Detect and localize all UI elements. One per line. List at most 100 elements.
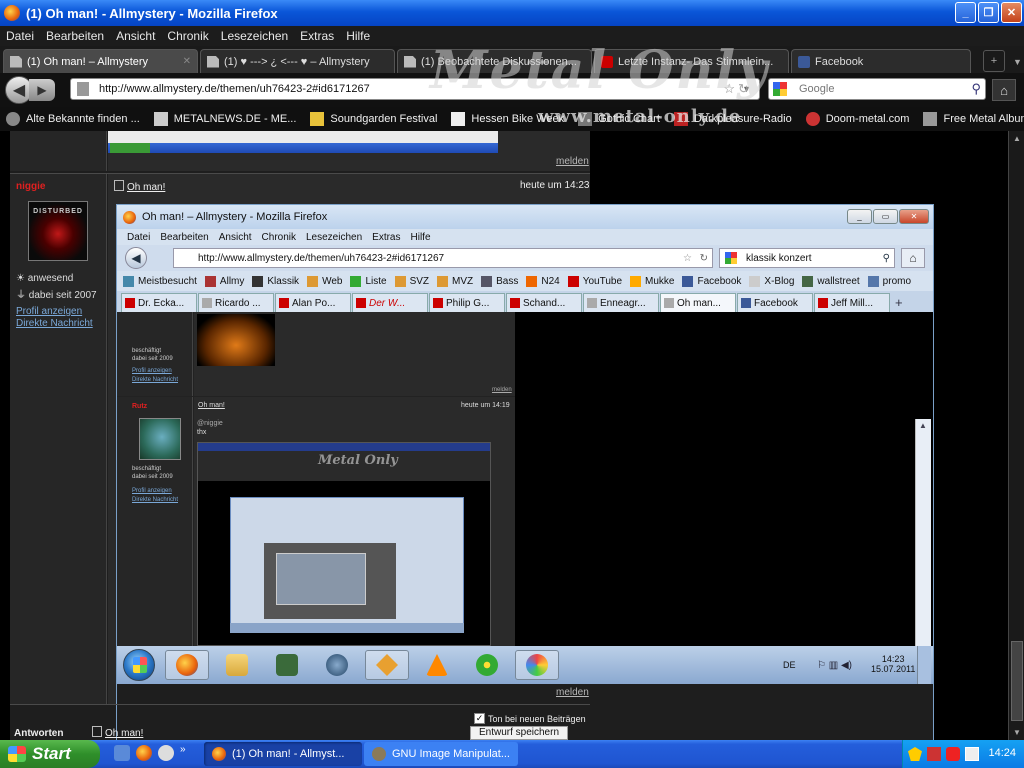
search-icon[interactable]: ⚲	[971, 81, 981, 97]
navigation-toolbar: ◀ ▶ http://www.allmystery.de/themen/uh76…	[0, 73, 1024, 107]
task-label: GNU Image Manipulat...	[392, 748, 510, 760]
inner-search-box: klassik konzert ⚲	[719, 248, 895, 268]
bookmark-gothic-chart[interactable]: Gothic Chart	[578, 112, 660, 126]
menu-datei[interactable]: Datei	[6, 29, 34, 43]
inner-menu-item: Hilfe	[410, 231, 431, 243]
menu-hilfe[interactable]: Hilfe	[346, 29, 370, 43]
new-tab-button[interactable]: +	[983, 50, 1005, 72]
youtube-icon	[433, 298, 443, 308]
bookmark-soundgarden[interactable]: Soundgarden Festival	[310, 112, 437, 126]
inner-bookmark-label: Klassik	[267, 275, 300, 287]
sound-option[interactable]: ✓ Ton bei neuen Beiträgen	[474, 713, 586, 724]
minimize-button[interactable]: _	[955, 2, 976, 23]
windows-logo-icon	[133, 657, 147, 673]
bookmark-star-icon[interactable]: ☆	[723, 81, 735, 97]
avatar[interactable]: DISTURBED	[28, 201, 88, 261]
tab-heart-thread[interactable]: (1) ♥ ---> ¿ <--- ♥ – Allmystery	[200, 49, 395, 73]
task-firefox[interactable]: (1) Oh man! - Allmyst...	[204, 742, 362, 766]
adobe-icon[interactable]	[946, 747, 960, 761]
network-icon[interactable]	[965, 747, 979, 761]
menu-ansicht[interactable]: Ansicht	[116, 29, 155, 43]
tab-list-icon[interactable]: ▼	[1013, 57, 1022, 67]
gimp-icon	[372, 747, 386, 761]
bookmark-metalnews[interactable]: METALNEWS.DE - ME...	[153, 112, 296, 126]
inner-search-text: klassik konzert	[746, 252, 812, 264]
bookmark-alte-bekannte[interactable]: Alte Bekannte finden ...	[6, 112, 140, 126]
inner-menu-item: Lesezeichen	[306, 231, 363, 243]
sound-checkbox[interactable]: ✓	[474, 713, 485, 724]
system-tray: 14:24	[902, 740, 1024, 768]
liste-icon	[350, 275, 362, 287]
search-input[interactable]: Google ⚲	[768, 78, 986, 100]
post-username[interactable]: niggie	[16, 181, 45, 192]
maximize-button[interactable]: ❐	[978, 2, 999, 23]
show-desktop-icon[interactable]	[114, 745, 130, 761]
task-gimp[interactable]: GNU Image Manipulat...	[364, 742, 518, 766]
inner-bookmark: Klassik	[252, 275, 300, 287]
post-timestamp: heute um 14:23	[520, 180, 590, 191]
save-draft-button[interactable]: Entwurf speichern	[470, 726, 568, 740]
page-icon	[207, 55, 219, 68]
close-button[interactable]: ✕	[1001, 2, 1022, 23]
window-titlebar[interactable]: (1) Oh man! - Allmystery - Mozilla Firef…	[0, 0, 1024, 26]
inner-clock: 14:23 15.07.2011	[871, 654, 915, 674]
dpr-icon	[673, 112, 688, 126]
scroll-up-icon[interactable]: ▲	[1013, 134, 1021, 143]
page-icon	[664, 298, 674, 308]
member-since-text: dabei seit 2007	[28, 290, 97, 301]
tab-close-icon[interactable]: ✕	[183, 56, 191, 67]
menu-lesezeichen[interactable]: Lesezeichen	[221, 29, 288, 43]
user-status: ☀ anwesend	[16, 273, 74, 284]
inner-bookmark: Facebook	[682, 275, 741, 287]
mukke-icon	[630, 275, 642, 287]
scroll-down-icon[interactable]: ▼	[1013, 728, 1021, 737]
profile-link[interactable]: Profil anzeigen	[16, 306, 82, 317]
reply-thread-link[interactable]: Oh man!	[92, 726, 143, 739]
antivirus-icon[interactable]	[927, 747, 941, 761]
page-icon	[77, 82, 89, 96]
screenshot-start-button	[110, 143, 150, 153]
firefox-quicklaunch-icon[interactable]	[136, 745, 152, 761]
tab-facebook[interactable]: Facebook	[791, 49, 971, 73]
quicklaunch-more-icon[interactable]: »	[180, 744, 186, 755]
tab-observed-discussions[interactable]: (1) Beobachtete Diskussionen...	[397, 49, 592, 73]
bookmark-free-metal-albums[interactable]: Free Metal Albums	[923, 112, 1024, 126]
bookmark-doom-metal[interactable]: Doom-metal.com	[805, 112, 909, 126]
report-link[interactable]: melden	[556, 156, 589, 167]
inner-tab-strip: Dr. Ecka... Ricardo ... Alan Po... Der W…	[117, 291, 933, 312]
report-link[interactable]: melden	[556, 687, 589, 698]
taskbar-paint-icon	[515, 650, 559, 680]
home-button[interactable]: ⌂	[992, 79, 1016, 101]
scroll-thumb[interactable]	[1011, 641, 1023, 721]
menu-extras[interactable]: Extras	[300, 29, 334, 43]
menu-chronik[interactable]: Chronik	[167, 29, 208, 43]
address-bar[interactable]: http://www.allmystery.de/themen/uh76423-…	[70, 78, 760, 100]
inner-page-content: beschäftigt dabei seit 2009 Profil anzei…	[117, 312, 933, 740]
start-button[interactable]: Start	[0, 740, 100, 768]
tab-youtube-letzte-instanz[interactable]: Letzte Instanz- Das Stimmlein...	[594, 49, 789, 73]
shield-icon[interactable]	[908, 747, 922, 761]
album-icon	[923, 112, 938, 126]
inner-menu-item: Bearbeiten	[160, 231, 209, 243]
post-title[interactable]: Oh man!	[114, 180, 165, 193]
media-player-icon[interactable]	[158, 745, 174, 761]
member-since: ⏚ dabei seit 2007	[16, 290, 97, 301]
bookmark-hessen-bike-week[interactable]: Hessen Bike Week	[451, 112, 564, 126]
tab-oh-man[interactable]: (1) Oh man! – Allmystery ✕	[3, 49, 198, 73]
inner-clock-time: 14:23	[881, 654, 905, 664]
page-scrollbar[interactable]: ▲ ▼	[1008, 131, 1024, 740]
reload-icon[interactable]: ↻	[738, 81, 749, 97]
taskbar-firefox-icon	[165, 650, 209, 680]
bookmark-darkpleasure-radio[interactable]: Darkpleasure-Radio	[673, 112, 792, 126]
inner-post2-time: heute um 14:19	[461, 402, 510, 409]
mail-icon	[326, 654, 348, 676]
tab-label: (1) ♥ ---> ¿ <--- ♥ – Allmystery	[224, 55, 370, 68]
direct-message-link[interactable]: Direkte Nachricht	[16, 318, 93, 329]
page-icon	[404, 55, 416, 68]
people-icon	[6, 112, 20, 126]
inner-bookmark-label: promo	[882, 275, 912, 287]
inner-post2-message: Direkte Nachricht	[132, 497, 179, 503]
inner-reload-icon: ↻	[699, 252, 708, 264]
menu-bearbeiten[interactable]: Bearbeiten	[46, 29, 104, 43]
forward-button[interactable]: ▶	[29, 79, 55, 101]
